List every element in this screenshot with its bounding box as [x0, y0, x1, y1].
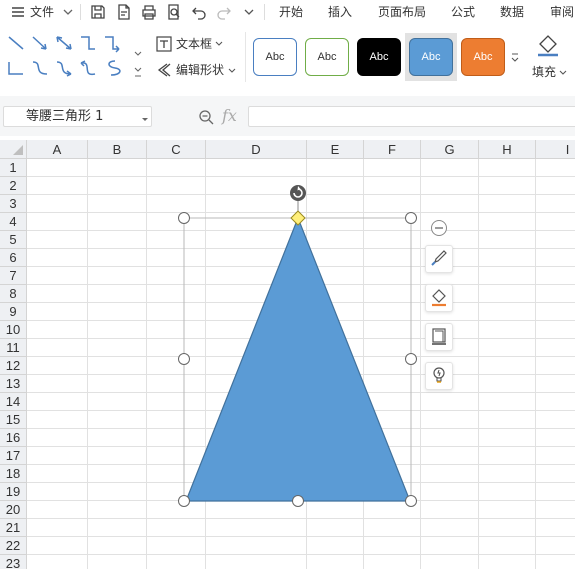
resize-handle-bottom-left[interactable]: [178, 495, 190, 507]
shape-fill-quick-button[interactable]: [425, 284, 453, 312]
resize-handle-bottom-right[interactable]: [405, 495, 417, 507]
outline-icon: [429, 326, 449, 349]
resize-handle-middle-left[interactable]: [178, 353, 190, 365]
shape-layer: [0, 0, 575, 569]
resize-handle-top-right[interactable]: [405, 212, 417, 224]
resize-handle-top-left[interactable]: [178, 212, 190, 224]
fill-bucket-icon: [429, 287, 449, 310]
resize-handle-bottom-center[interactable]: [292, 495, 304, 507]
isosceles-triangle-shape[interactable]: [185, 216, 411, 502]
shape-style-quick-button[interactable]: [425, 245, 453, 273]
rotate-handle-icon[interactable]: [290, 185, 306, 201]
adjust-handle[interactable]: [290, 210, 306, 226]
shape-effects-quick-button[interactable]: [425, 362, 453, 390]
shape-canvas: [178, 185, 447, 507]
lightbulb-icon: [429, 365, 449, 388]
resize-handle-middle-right[interactable]: [405, 353, 417, 365]
brush-icon: [429, 248, 449, 271]
shape-outline-quick-button[interactable]: [425, 323, 453, 351]
collapse-toolbar-icon[interactable]: [431, 220, 447, 236]
